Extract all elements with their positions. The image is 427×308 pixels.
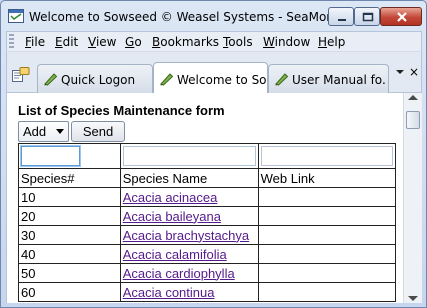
dropdown-arrow-icon	[56, 129, 64, 134]
table-row: 50 Acacia cardiophylla	[18, 263, 397, 283]
menu-view[interactable]: View	[88, 35, 116, 49]
title-bar[interactable]: Welcome to Sowseed © Weasel Systems - Se…	[1, 1, 426, 30]
menu-window[interactable]: Window	[263, 35, 310, 49]
species-number-cell: 20	[18, 206, 121, 226]
menu-file[interactable]: File	[25, 35, 45, 49]
tab-label: Welcome to So...	[177, 73, 267, 87]
table-row: 60 Acacia continua	[18, 282, 397, 302]
maximize-button[interactable]	[354, 7, 380, 26]
species-name-filter-input[interactable]	[122, 146, 256, 166]
species-name-cell: Acacia continua	[119, 282, 259, 302]
column-header-species-name[interactable]: Species Name	[119, 168, 259, 188]
tab-quick-logon[interactable]: Quick Logon	[37, 64, 153, 93]
filter-cell	[257, 143, 397, 169]
filter-row	[18, 143, 397, 169]
table-row: 20 Acacia baileyana	[18, 206, 397, 226]
bookmark-pencil-icon	[44, 73, 58, 86]
menu-go[interactable]: Go	[125, 35, 142, 49]
scroll-down-icon[interactable]	[408, 296, 418, 301]
species-name-cell: Acacia brachystachya	[119, 225, 259, 245]
table-row: 40 Acacia calamifolia	[18, 244, 397, 264]
vertical-scrollbar[interactable]	[403, 93, 422, 303]
species-name-link[interactable]: Acacia calamifolia	[123, 247, 227, 262]
minimize-icon	[338, 19, 346, 21]
species-number-cell: 10	[18, 187, 121, 207]
form-heading: List of Species Maintenance form	[18, 103, 225, 118]
species-number-cell: 60	[18, 282, 121, 302]
column-header-species-num[interactable]: Species#	[18, 168, 121, 188]
new-tab-icon[interactable]	[12, 67, 30, 82]
tab-bar: Quick Logon Welcome to So... User Manual…	[6, 51, 422, 94]
chevron-down-icon[interactable]	[395, 66, 405, 78]
web-link-filter-input[interactable]	[260, 146, 393, 166]
web-link-cell	[257, 244, 397, 264]
web-link-cell	[257, 263, 397, 283]
toolbar-grip[interactable]	[9, 34, 14, 49]
species-number-cell: 50	[18, 263, 121, 283]
species-name-link[interactable]: Acacia brachystachya	[123, 228, 249, 243]
species-name-cell: Acacia cardiophylla	[119, 263, 259, 283]
filter-cell	[119, 143, 259, 169]
species-table: Species# Species Name Web Link 10 Acacia…	[18, 143, 397, 302]
species-number-filter-input[interactable]	[21, 146, 80, 166]
species-number-cell: 40	[18, 244, 121, 264]
table-row: 10 Acacia acinacea	[18, 187, 397, 207]
menu-edit[interactable]: Edit	[55, 35, 78, 49]
page-content: List of Species Maintenance form Add Sen…	[6, 93, 403, 303]
window-title: Welcome to Sowseed © Weasel Systems - Se…	[29, 10, 355, 24]
menu-bar: File Edit View Go Bookmarks Tools Window…	[6, 31, 422, 51]
web-link-cell	[257, 282, 397, 302]
filter-cell	[18, 143, 121, 169]
close-icon	[397, 12, 407, 22]
tab-user-manual[interactable]: User Manual fo...	[268, 64, 389, 93]
web-link-cell	[257, 225, 397, 245]
menu-bookmarks[interactable]: Bookmarks	[152, 35, 219, 49]
species-name-link[interactable]: Acacia baileyana	[123, 209, 221, 224]
maximize-icon	[362, 12, 374, 22]
header-row: Species# Species Name Web Link	[18, 168, 397, 188]
action-select-value: Add	[23, 124, 47, 139]
species-name-link[interactable]: Acacia continua	[123, 285, 215, 300]
tab-label: User Manual fo...	[292, 73, 387, 87]
species-name-cell: Acacia baileyana	[119, 206, 259, 226]
tab-welcome[interactable]: Welcome to So...	[153, 62, 268, 94]
menu-help[interactable]: Help	[318, 35, 345, 49]
bookmark-pencil-icon	[275, 73, 289, 86]
bookmark-pencil-icon	[160, 73, 174, 86]
send-button[interactable]: Send	[71, 121, 125, 142]
browser-window: Welcome to Sowseed © Weasel Systems - Se…	[0, 0, 427, 308]
species-name-cell: Acacia calamifolia	[119, 244, 259, 264]
action-select[interactable]: Add	[18, 121, 69, 142]
species-name-link[interactable]: Acacia acinacea	[123, 190, 218, 205]
web-link-cell	[257, 206, 397, 226]
species-name-cell: Acacia acinacea	[119, 187, 259, 207]
column-header-web-link[interactable]: Web Link	[257, 168, 397, 188]
table-row: 30 Acacia brachystachya	[18, 225, 397, 245]
minimize-button[interactable]	[328, 7, 354, 26]
species-name-link[interactable]: Acacia cardiophylla	[123, 266, 235, 281]
species-number-cell: 30	[18, 225, 121, 245]
menu-tools[interactable]: Tools	[223, 35, 253, 49]
scrollbar-thumb[interactable]	[406, 111, 420, 129]
scroll-up-icon[interactable]	[408, 95, 418, 100]
close-tab-button[interactable]: ×	[407, 62, 421, 82]
seamonkey-icon	[8, 9, 24, 23]
tab-label: Quick Logon	[61, 73, 136, 87]
web-link-cell	[257, 187, 397, 207]
close-window-button[interactable]	[380, 7, 422, 26]
